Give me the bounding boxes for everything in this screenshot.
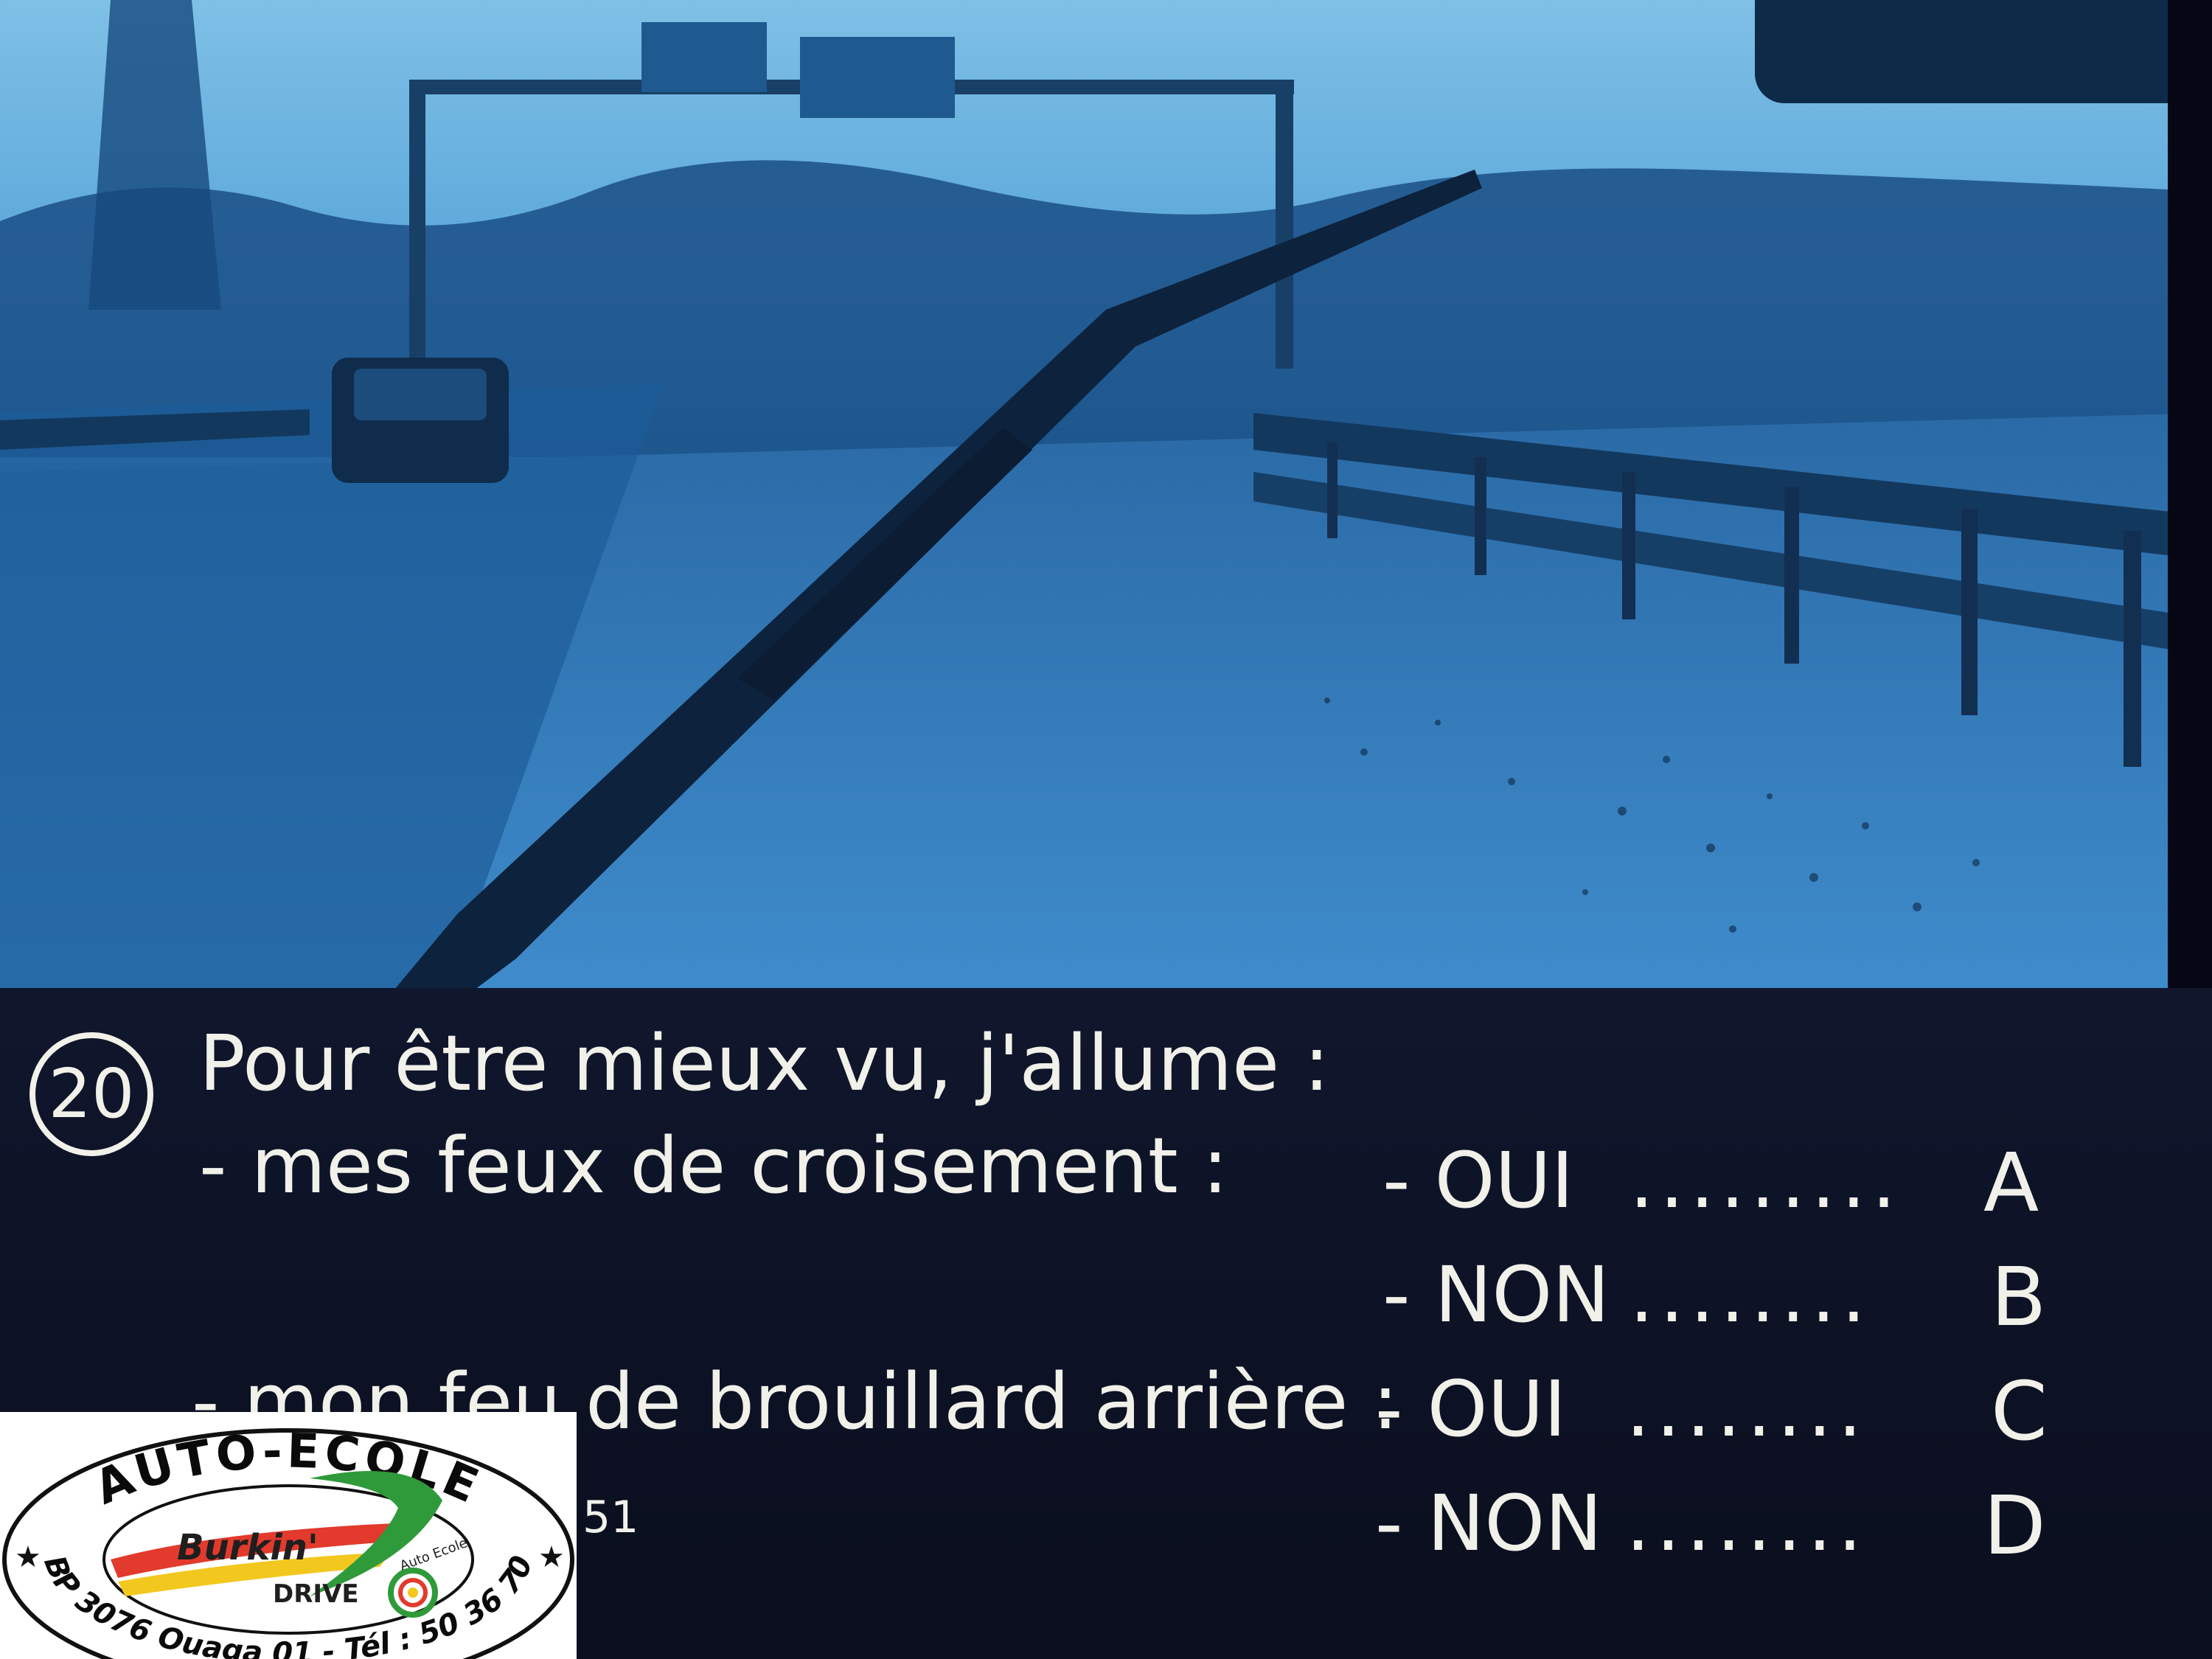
reference-number: 51	[582, 1492, 639, 1543]
answer-a-dots: .........	[1630, 1135, 1902, 1225]
auto-ecole-logo: AUTO-ECOLE 01 BP 3076 Ouaga 01 - Tél : 5…	[0, 1412, 577, 1659]
answer-d-text: - NON	[1375, 1478, 1603, 1568]
answer-a-text: - OUI	[1382, 1135, 1574, 1225]
answer-c-letter: C	[1991, 1364, 2048, 1458]
answer-b-text: - NON	[1382, 1250, 1610, 1340]
question-prompt: Pour être mieux vu, j'allume :	[199, 1018, 1330, 1108]
question-number: 20	[48, 1054, 135, 1133]
answer-c-dots: ........	[1626, 1364, 1868, 1454]
star-icon-right: ★	[538, 1540, 565, 1574]
question-number-badge: 20	[29, 1032, 153, 1156]
answer-d-letter: D	[1983, 1478, 2046, 1573]
logo-name-sub: DRIVE	[273, 1579, 359, 1609]
logo-name-main: Burkin'	[177, 1527, 319, 1568]
answer-a-letter: A	[1983, 1135, 2039, 1230]
answer-b-letter: B	[1991, 1250, 2047, 1344]
answer-b-dots: ........	[1630, 1250, 1872, 1340]
road-scene-photo	[0, 0, 2212, 1003]
answer-d-dots: ........	[1626, 1478, 1868, 1568]
answer-c-text: - OUI	[1375, 1364, 1567, 1454]
star-icon-left: ★	[15, 1540, 41, 1574]
option-label-low-beam: - mes feux de croisement :	[199, 1121, 1228, 1211]
